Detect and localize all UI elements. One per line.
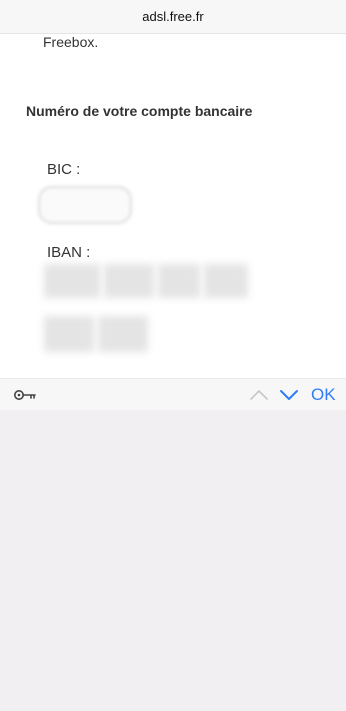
iban-field[interactable]	[204, 264, 248, 298]
intro-text: Freebox.	[43, 34, 99, 50]
address-bar[interactable]: adsl.free.fr	[0, 0, 346, 34]
section-title: Numéro de votre compte bancaire	[26, 103, 253, 119]
ok-button[interactable]: OK	[311, 385, 336, 405]
chevron-down-icon[interactable]	[278, 384, 300, 406]
iban-field[interactable]	[44, 264, 100, 298]
key-icon[interactable]	[13, 387, 37, 403]
keyboard-area[interactable]	[0, 410, 346, 711]
bic-label: BIC :	[47, 161, 81, 178]
iban-field[interactable]	[98, 316, 148, 352]
web-content: Freebox. Numéro de votre compte bancaire…	[0, 34, 346, 378]
iban-label: IBAN :	[47, 244, 91, 261]
iban-field[interactable]	[44, 316, 94, 352]
iban-field[interactable]	[104, 264, 154, 298]
iban-field[interactable]	[158, 264, 200, 298]
chevron-up-icon[interactable]	[248, 384, 270, 406]
bic-input[interactable]	[38, 186, 132, 224]
keyboard-accessory-bar: OK	[0, 378, 346, 411]
url-text: adsl.free.fr	[142, 9, 204, 24]
